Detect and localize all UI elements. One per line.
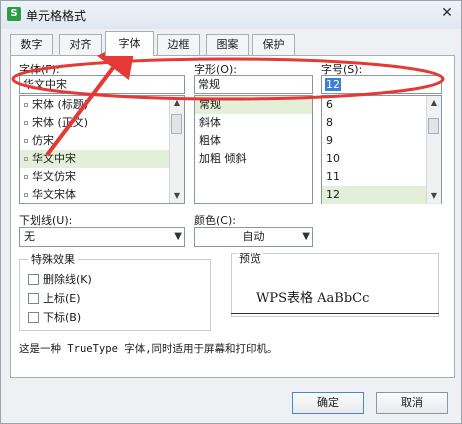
font-list-item[interactable]: 华文仿宋 <box>20 168 184 186</box>
preview-sample-text: WPS表格 AaBbCc <box>256 291 370 306</box>
color-label: 颜色(C): <box>194 214 236 227</box>
font-list-item[interactable]: 宋体 (标题) <box>20 96 184 114</box>
style-list-item-selected[interactable]: 常规 <box>195 96 312 114</box>
effects-legend: 特殊效果 <box>31 253 75 266</box>
size-list-scrollbar[interactable]: ▲ ▼ <box>426 96 441 203</box>
subscript-checkbox[interactable]: 下标(B) <box>28 311 81 325</box>
size-list-item-selected[interactable]: 12 <box>322 186 441 204</box>
scroll-down-arrow-icon[interactable]: ▼ <box>170 189 184 203</box>
dialog-title: 单元格格式 <box>26 9 87 23</box>
checkbox-box[interactable] <box>28 312 39 323</box>
checkbox-box[interactable] <box>28 274 39 285</box>
font-list-item[interactable]: 宋体 (正文) <box>20 114 184 132</box>
font-list-scrollbar[interactable]: ▲ ▼ <box>169 96 184 203</box>
color-select[interactable]: 自动 ▼ <box>194 227 313 247</box>
wps-spreadsheet-icon: S <box>7 7 21 21</box>
tab-alignment[interactable]: 对齐 <box>59 34 102 55</box>
underline-select[interactable]: 无 ▼ <box>19 227 185 247</box>
dropdown-arrow-icon[interactable]: ▼ <box>302 228 310 246</box>
scroll-thumb[interactable] <box>428 118 439 134</box>
dropdown-arrow-icon[interactable]: ▼ <box>174 228 182 246</box>
color-value: 自动 <box>242 230 265 243</box>
style-list-item[interactable]: 粗体 <box>195 132 312 150</box>
font-style-list[interactable]: 常规 斜体 粗体 加粗 倾斜 <box>194 95 313 204</box>
font-list-item[interactable]: 仿宋 <box>20 132 184 150</box>
font-format-dialog: S 单元格格式 ✕ 数字 对齐 字体 边框 图案 保护 字体(F): 华文中宋 … <box>0 0 462 424</box>
font-style-input[interactable]: 常规 <box>194 75 313 94</box>
scroll-thumb[interactable] <box>171 114 182 134</box>
font-list-item[interactable]: 华文宋体 <box>20 186 184 204</box>
tab-protection[interactable]: 保护 <box>252 34 295 55</box>
superscript-checkbox[interactable]: 上标(E) <box>28 292 81 306</box>
size-list-item[interactable]: 11 <box>322 168 441 186</box>
size-list-item[interactable]: 8 <box>322 114 441 132</box>
strikethrough-checkbox[interactable]: 删除线(K) <box>28 273 92 287</box>
size-list-item[interactable]: 6 <box>322 96 441 114</box>
close-icon[interactable]: ✕ <box>439 5 455 21</box>
font-size-list[interactable]: 6 8 9 10 11 12 ▲ ▼ <box>321 95 442 204</box>
font-info-text: 这是一种 TrueType 字体,同时适用于屏幕和打印机。 <box>19 343 278 355</box>
font-size-value: 12 <box>325 78 341 91</box>
preview-legend: 预览 <box>237 250 263 266</box>
scroll-down-arrow-icon[interactable]: ▼ <box>427 189 441 203</box>
title-bar: S 单元格格式 ✕ <box>1 1 461 29</box>
cancel-button[interactable]: 取消 <box>376 392 448 414</box>
size-list-item[interactable]: 9 <box>322 132 441 150</box>
tab-border[interactable]: 边框 <box>157 34 200 55</box>
style-list-item[interactable]: 加粗 倾斜 <box>195 150 312 168</box>
scroll-up-arrow-icon[interactable]: ▲ <box>170 96 184 110</box>
style-list-item[interactable]: 斜体 <box>195 114 312 132</box>
font-size-input[interactable]: 12 <box>321 75 442 94</box>
tab-number[interactable]: 数字 <box>10 34 53 55</box>
scroll-up-arrow-icon[interactable]: ▲ <box>427 96 441 110</box>
font-list-item-selected[interactable]: 华文中宋 <box>20 150 184 168</box>
preview-baseline <box>231 313 439 314</box>
tab-font[interactable]: 字体 <box>105 31 154 56</box>
ok-button[interactable]: 确定 <box>292 392 364 414</box>
underline-label: 下划线(U): <box>19 214 73 227</box>
font-name-input[interactable]: 华文中宋 <box>19 75 185 94</box>
tab-pattern[interactable]: 图案 <box>206 34 249 55</box>
underline-value: 无 <box>24 230 35 243</box>
size-list-item[interactable]: 10 <box>322 150 441 168</box>
checkbox-box[interactable] <box>28 293 39 304</box>
font-name-list[interactable]: 宋体 (标题) 宋体 (正文) 仿宋 华文中宋 华文仿宋 华文宋体 ▲ ▼ <box>19 95 185 204</box>
